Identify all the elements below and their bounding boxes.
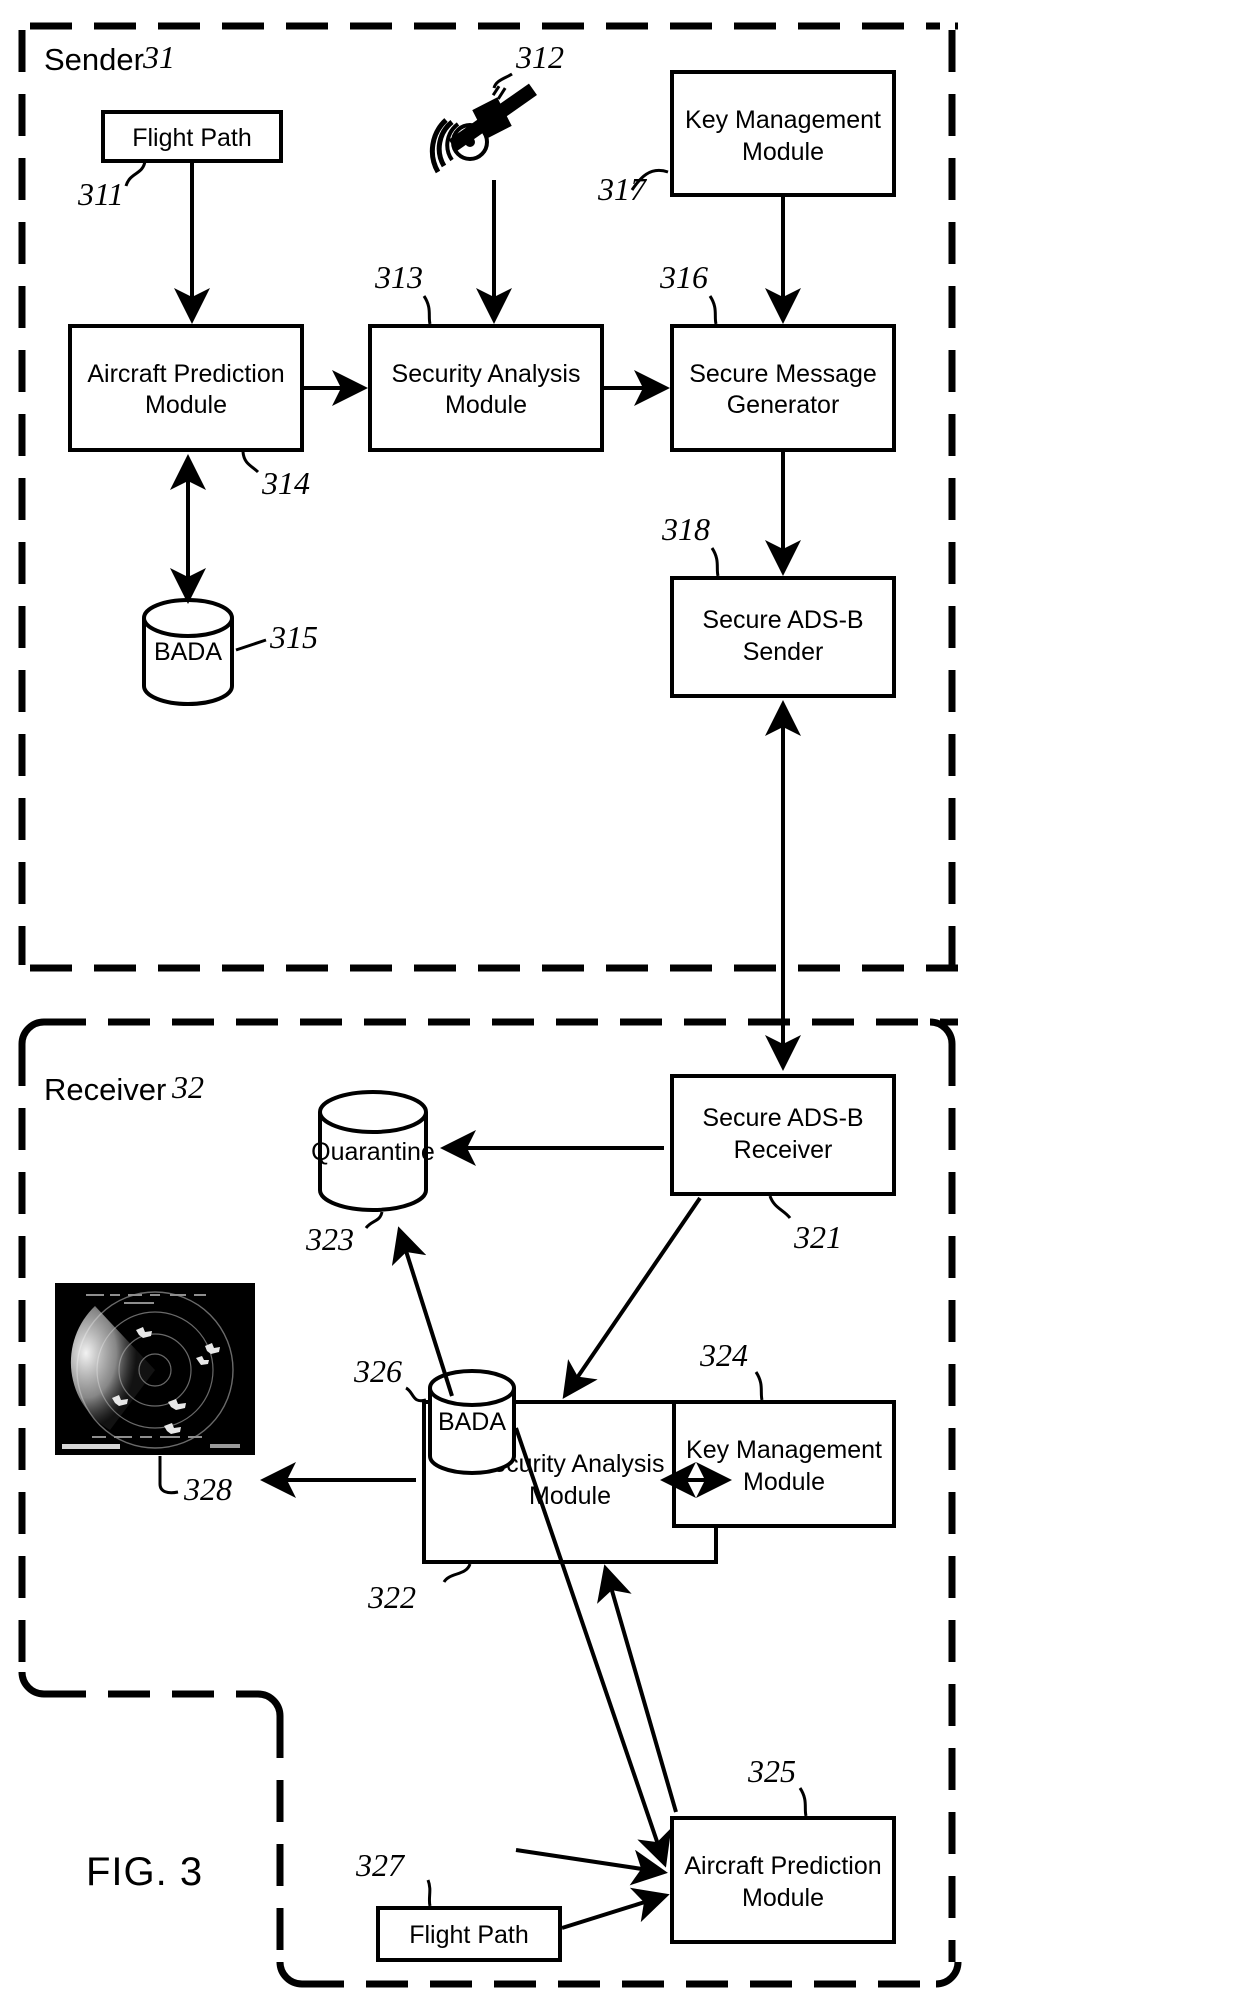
sender-secure-message-generator-ref-label: 316 — [659, 259, 708, 295]
patent-figure-3: Sender 31 Flight Path 311 312 Key Manage… — [0, 0, 1240, 2015]
receiver-aircraft-prediction-label-line1: Aircraft Prediction — [684, 1852, 881, 1880]
quarantine-cylinder-top — [318, 1090, 428, 1134]
receiver-key-management-ref-label: 324 — [699, 1337, 748, 1373]
sender-bada-label: BADA — [154, 638, 222, 666]
sender-aircraft-prediction-label-line2: Module — [145, 391, 227, 419]
sender-bada-cylinder-top — [142, 598, 234, 638]
sender-bada-node[interactable]: BADA — [142, 598, 234, 706]
quarantine-ref-label: 323 — [305, 1221, 354, 1257]
sender-key-management-ref-label: 317 — [597, 171, 648, 207]
sender-security-analysis-node[interactable]: Security Analysis Module — [368, 324, 604, 452]
receiver-section-label: Receiver — [44, 1072, 166, 1107]
secure-adsb-sender-label-line1: Secure ADS-B — [702, 606, 863, 634]
sender-secure-message-generator-label-line2: Generator — [727, 391, 840, 419]
sender-bada-ref-label: 315 — [269, 619, 318, 655]
sender-secure-message-generator-node[interactable]: Secure Message Generator — [670, 324, 896, 452]
receiver-key-management-box[interactable] — [672, 1400, 896, 1528]
receiver-flight-path-ref-label: 327 — [355, 1847, 406, 1883]
sender-key-management-label-line1: Key Management — [685, 106, 881, 134]
figure-caption: FIG. 3 — [86, 1850, 203, 1894]
radar-display-ref-label: 328 — [183, 1471, 232, 1507]
secure-adsb-receiver-node[interactable]: Secure ADS-B Receiver — [670, 1074, 896, 1196]
secure-adsb-receiver-label-line2: Receiver — [734, 1136, 833, 1164]
receiver-aircraft-prediction-box[interactable] — [670, 1816, 896, 1944]
sender-section-ref: 31 — [142, 39, 175, 75]
quarantine-node[interactable]: Quarantine — [311, 1090, 435, 1212]
secure-adsb-receiver-label-line1: Secure ADS-B — [702, 1104, 863, 1132]
sender-aircraft-prediction-box[interactable] — [68, 324, 304, 452]
sender-aircraft-prediction-label-line1: Aircraft Prediction — [87, 360, 284, 388]
receiver-key-management-label-line2: Module — [743, 1468, 825, 1496]
sender-flight-path-node[interactable]: Flight Path — [101, 110, 283, 163]
sender-key-management-node[interactable]: Key Management Module — [670, 70, 896, 197]
receiver-aircraft-prediction-label-line2: Module — [742, 1884, 824, 1912]
receiver-bada-ref-label: 326 — [353, 1353, 402, 1389]
sender-key-management-label-line2: Module — [742, 138, 824, 166]
secure-adsb-sender-ref-label: 318 — [661, 511, 710, 547]
receiver-bada-label: BADA — [438, 1408, 506, 1436]
satellite-ref-label: 312 — [515, 39, 564, 75]
receiver-key-management-label-line1: Key Management — [686, 1436, 882, 1464]
sender-secure-message-generator-box[interactable] — [670, 324, 896, 452]
sender-security-analysis-box[interactable] — [368, 324, 604, 452]
sender-aircraft-prediction-ref-label: 314 — [261, 465, 310, 501]
secure-adsb-sender-node[interactable]: Secure ADS-B Sender — [670, 576, 896, 698]
receiver-flight-path-label: Flight Path — [409, 1921, 529, 1949]
receiver-section-ref: 32 — [171, 1069, 204, 1105]
secure-adsb-sender-label-line2: Sender — [743, 638, 824, 666]
receiver-security-analysis-ref-label: 322 — [367, 1579, 416, 1615]
secure-adsb-receiver-box[interactable] — [670, 1074, 896, 1196]
receiver-aircraft-prediction-node[interactable]: Aircraft Prediction Module — [670, 1816, 896, 1944]
sender-flight-path-label: Flight Path — [132, 124, 252, 152]
receiver-key-management-node[interactable]: Key Management Module — [672, 1400, 896, 1528]
receiver-aircraft-prediction-ref-label: 325 — [747, 1753, 796, 1789]
sender-aircraft-prediction-node[interactable]: Aircraft Prediction Module — [68, 324, 304, 452]
page-background — [0, 0, 1240, 2015]
radar-display-image — [55, 1283, 255, 1455]
secure-adsb-sender-box[interactable] — [670, 576, 896, 698]
receiver-bada-cylinder-top — [428, 1369, 516, 1407]
sender-flight-path-ref-label: 311 — [77, 176, 124, 212]
sender-security-analysis-ref-label: 313 — [374, 259, 423, 295]
secure-adsb-receiver-ref-label: 321 — [793, 1219, 842, 1255]
sender-section-label: Sender — [44, 42, 144, 77]
sender-secure-message-generator-label-line1: Secure Message — [689, 360, 877, 388]
receiver-flight-path-node[interactable]: Flight Path — [376, 1906, 562, 1962]
receiver-bada-node[interactable]: BADA — [428, 1369, 516, 1475]
quarantine-label: Quarantine — [311, 1138, 435, 1166]
sender-security-analysis-label-line2: Module — [445, 391, 527, 419]
sender-security-analysis-label-line1: Security Analysis — [392, 360, 581, 388]
